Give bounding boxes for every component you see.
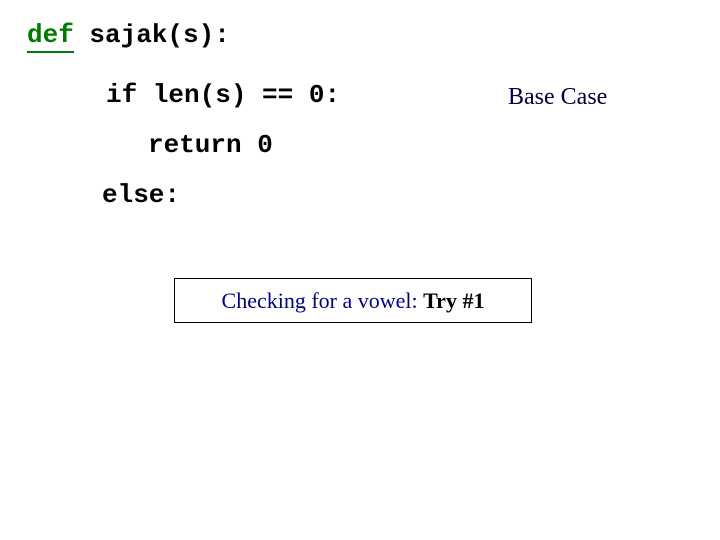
callout-strong: Try #1 (423, 288, 484, 313)
callout-text: Checking for a vowel: Try #1 (222, 288, 485, 314)
code-return-value: 0 (242, 130, 273, 160)
code-line-if: if len(s) == 0: (106, 82, 340, 108)
code-condition: len(s) == 0: (137, 80, 340, 110)
code-signature: sajak(s): (74, 20, 230, 50)
keyword-if: if (106, 80, 137, 110)
keyword-else: else (102, 180, 164, 210)
code-line-else: else: (102, 182, 180, 208)
keyword-return: return (148, 130, 242, 160)
annotation-base-case: Base Case (508, 84, 607, 111)
keyword-def: def (27, 20, 74, 53)
code-line-return: return 0 (148, 132, 273, 158)
callout-prefix: Checking for a vowel: (222, 288, 424, 313)
code-else-colon: : (164, 180, 180, 210)
callout-box: Checking for a vowel: Try #1 (174, 278, 532, 323)
code-line-def: def sajak(s): (27, 22, 230, 48)
slide-root: def sajak(s): if len(s) == 0: return 0 e… (0, 0, 720, 540)
